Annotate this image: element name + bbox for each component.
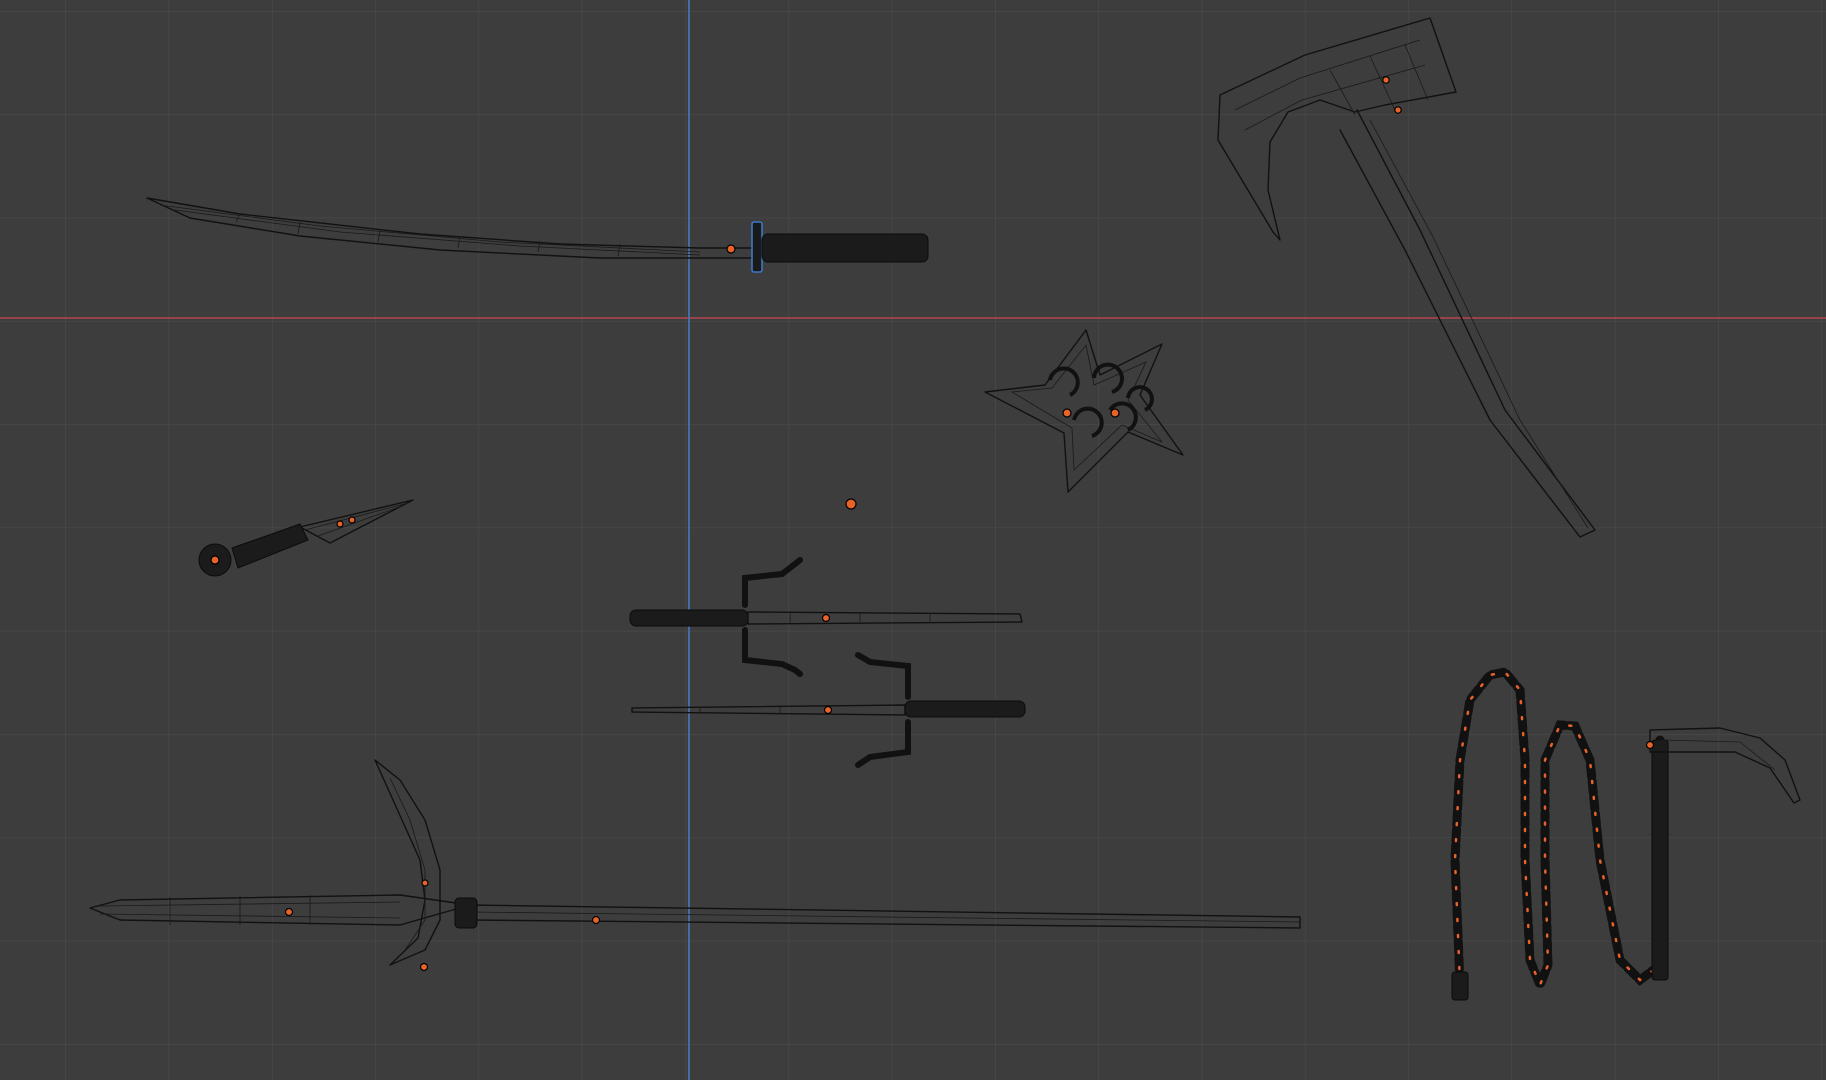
3d-viewport[interactable]	[0, 0, 1826, 1080]
empty-origin-dot	[845, 498, 857, 510]
kusarigama-weight	[1451, 971, 1469, 1001]
kunai-origin-dot-3	[348, 516, 356, 524]
axe-origin-dot-2	[1394, 106, 1402, 114]
naginata-origin-dot-1	[284, 907, 294, 917]
sai-lower-handle	[904, 700, 1026, 718]
katana-origin-dot	[726, 244, 736, 254]
kunai-origin-dot-2	[336, 520, 344, 528]
empty-object[interactable]	[845, 498, 857, 510]
kusarigama-origin-dot	[1645, 740, 1655, 750]
sai-upper-handle	[629, 609, 749, 627]
katana-guard	[751, 221, 763, 273]
sai-lower-origin-dot	[823, 705, 833, 715]
shuriken-origin-dot-1	[1062, 408, 1072, 418]
naginata-collar	[454, 897, 478, 929]
naginata-origin-dot-3	[419, 962, 429, 972]
viewport-canvas[interactable]	[0, 0, 1826, 1080]
katana-handle	[761, 233, 929, 263]
kunai-origin-dot	[210, 555, 220, 565]
sai-upper-origin-dot	[821, 613, 831, 623]
naginata-origin-dot-2	[591, 915, 601, 925]
shuriken-origin-dot-2	[1110, 408, 1120, 418]
naginata-origin-dot-4	[421, 879, 429, 887]
axe-origin-dot-1	[1382, 76, 1390, 84]
kusarigama-handle	[1651, 739, 1669, 981]
